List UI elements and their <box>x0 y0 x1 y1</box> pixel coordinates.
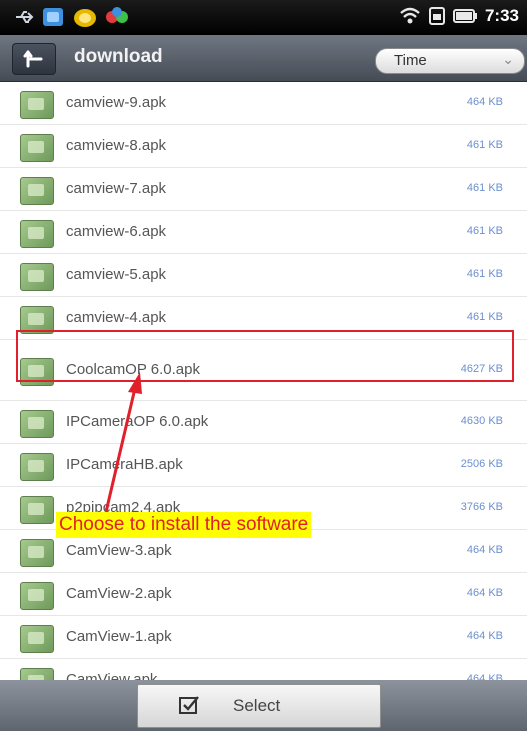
select-icon <box>179 696 199 714</box>
file-size: 3766 KB <box>460 501 503 513</box>
apk-file-icon <box>20 263 54 291</box>
highlight-box <box>16 330 514 382</box>
chevron-down-icon: ⌄ <box>502 51 514 67</box>
app-icon <box>43 8 63 26</box>
file-name: CamView-2.apk <box>66 585 172 602</box>
select-label: Select <box>233 696 281 715</box>
folder-title: download <box>74 46 163 67</box>
up-folder-icon <box>23 50 43 68</box>
file-size: 464 KB <box>466 544 503 556</box>
instruction-callout: Choose to install the software <box>56 512 312 538</box>
file-row[interactable]: CamView-2.apk 464 KB <box>0 573 527 616</box>
apk-file-icon <box>20 91 54 119</box>
file-size: 464 KB <box>466 96 503 108</box>
file-row[interactable]: camview-9.apk 464 KB <box>0 82 527 125</box>
file-size: 464 KB <box>466 587 503 599</box>
file-name: CamView-3.apk <box>66 542 172 559</box>
file-row[interactable]: camview-8.apk 461 KB <box>0 125 527 168</box>
file-name: camview-9.apk <box>66 94 167 111</box>
apk-file-icon <box>20 410 54 438</box>
app-icon <box>74 9 96 27</box>
wifi-icon <box>400 7 420 24</box>
file-size: 461 KB <box>466 311 503 323</box>
apk-file-icon <box>20 582 54 610</box>
bottom-bar: Select <box>0 680 527 731</box>
select-button[interactable]: Select <box>137 684 381 728</box>
file-name: camview-7.apk <box>66 180 167 197</box>
file-name: CamView-1.apk <box>66 628 172 645</box>
path-toolbar: download Time ⌄ <box>0 35 527 82</box>
file-row[interactable]: CamView-1.apk 464 KB <box>0 616 527 659</box>
file-size: 461 KB <box>466 268 503 280</box>
file-size: 2506 KB <box>460 458 503 470</box>
up-folder-button[interactable] <box>12 43 56 75</box>
apk-file-icon <box>20 134 54 162</box>
file-row[interactable]: IPCameraOP 6.0.apk 4630 KB <box>0 401 527 444</box>
apk-file-icon <box>20 496 54 524</box>
file-name: camview-4.apk <box>66 309 167 326</box>
file-size: 461 KB <box>466 225 503 237</box>
apk-file-icon <box>20 625 54 653</box>
file-size: 461 KB <box>466 139 503 151</box>
app-icon <box>106 7 128 23</box>
apk-file-icon <box>20 177 54 205</box>
file-row[interactable]: camview-6.apk 461 KB <box>0 211 527 254</box>
file-name: camview-8.apk <box>66 137 167 154</box>
sim-icon <box>428 7 445 25</box>
battery-icon <box>452 9 477 23</box>
file-name: IPCameraOP 6.0.apk <box>66 413 209 430</box>
notification-icons <box>14 6 130 28</box>
file-size: 4630 KB <box>460 415 503 427</box>
file-size: 464 KB <box>466 630 503 642</box>
file-row[interactable]: camview-7.apk 461 KB <box>0 168 527 211</box>
apk-file-icon <box>20 453 54 481</box>
usb-icon <box>16 11 34 23</box>
file-name: IPCameraHB.apk <box>66 456 183 473</box>
sort-dropdown[interactable]: Time ⌄ <box>375 48 525 74</box>
file-row[interactable]: camview-5.apk 461 KB <box>0 254 527 297</box>
status-time: 7:33 <box>484 6 519 25</box>
apk-file-icon <box>20 220 54 248</box>
file-list: camview-9.apk 464 KB camview-8.apk 461 KB … <box>0 82 527 702</box>
file-row[interactable]: IPCameraHB.apk 2506 KB <box>0 444 527 487</box>
file-name: camview-6.apk <box>66 223 167 240</box>
status-bar: 7:33 <box>0 0 527 35</box>
apk-file-icon <box>20 539 54 567</box>
file-name: camview-5.apk <box>66 266 167 283</box>
system-icons: 7:33 <box>399 6 519 26</box>
sort-value: Time <box>394 52 427 69</box>
file-size: 461 KB <box>466 182 503 194</box>
